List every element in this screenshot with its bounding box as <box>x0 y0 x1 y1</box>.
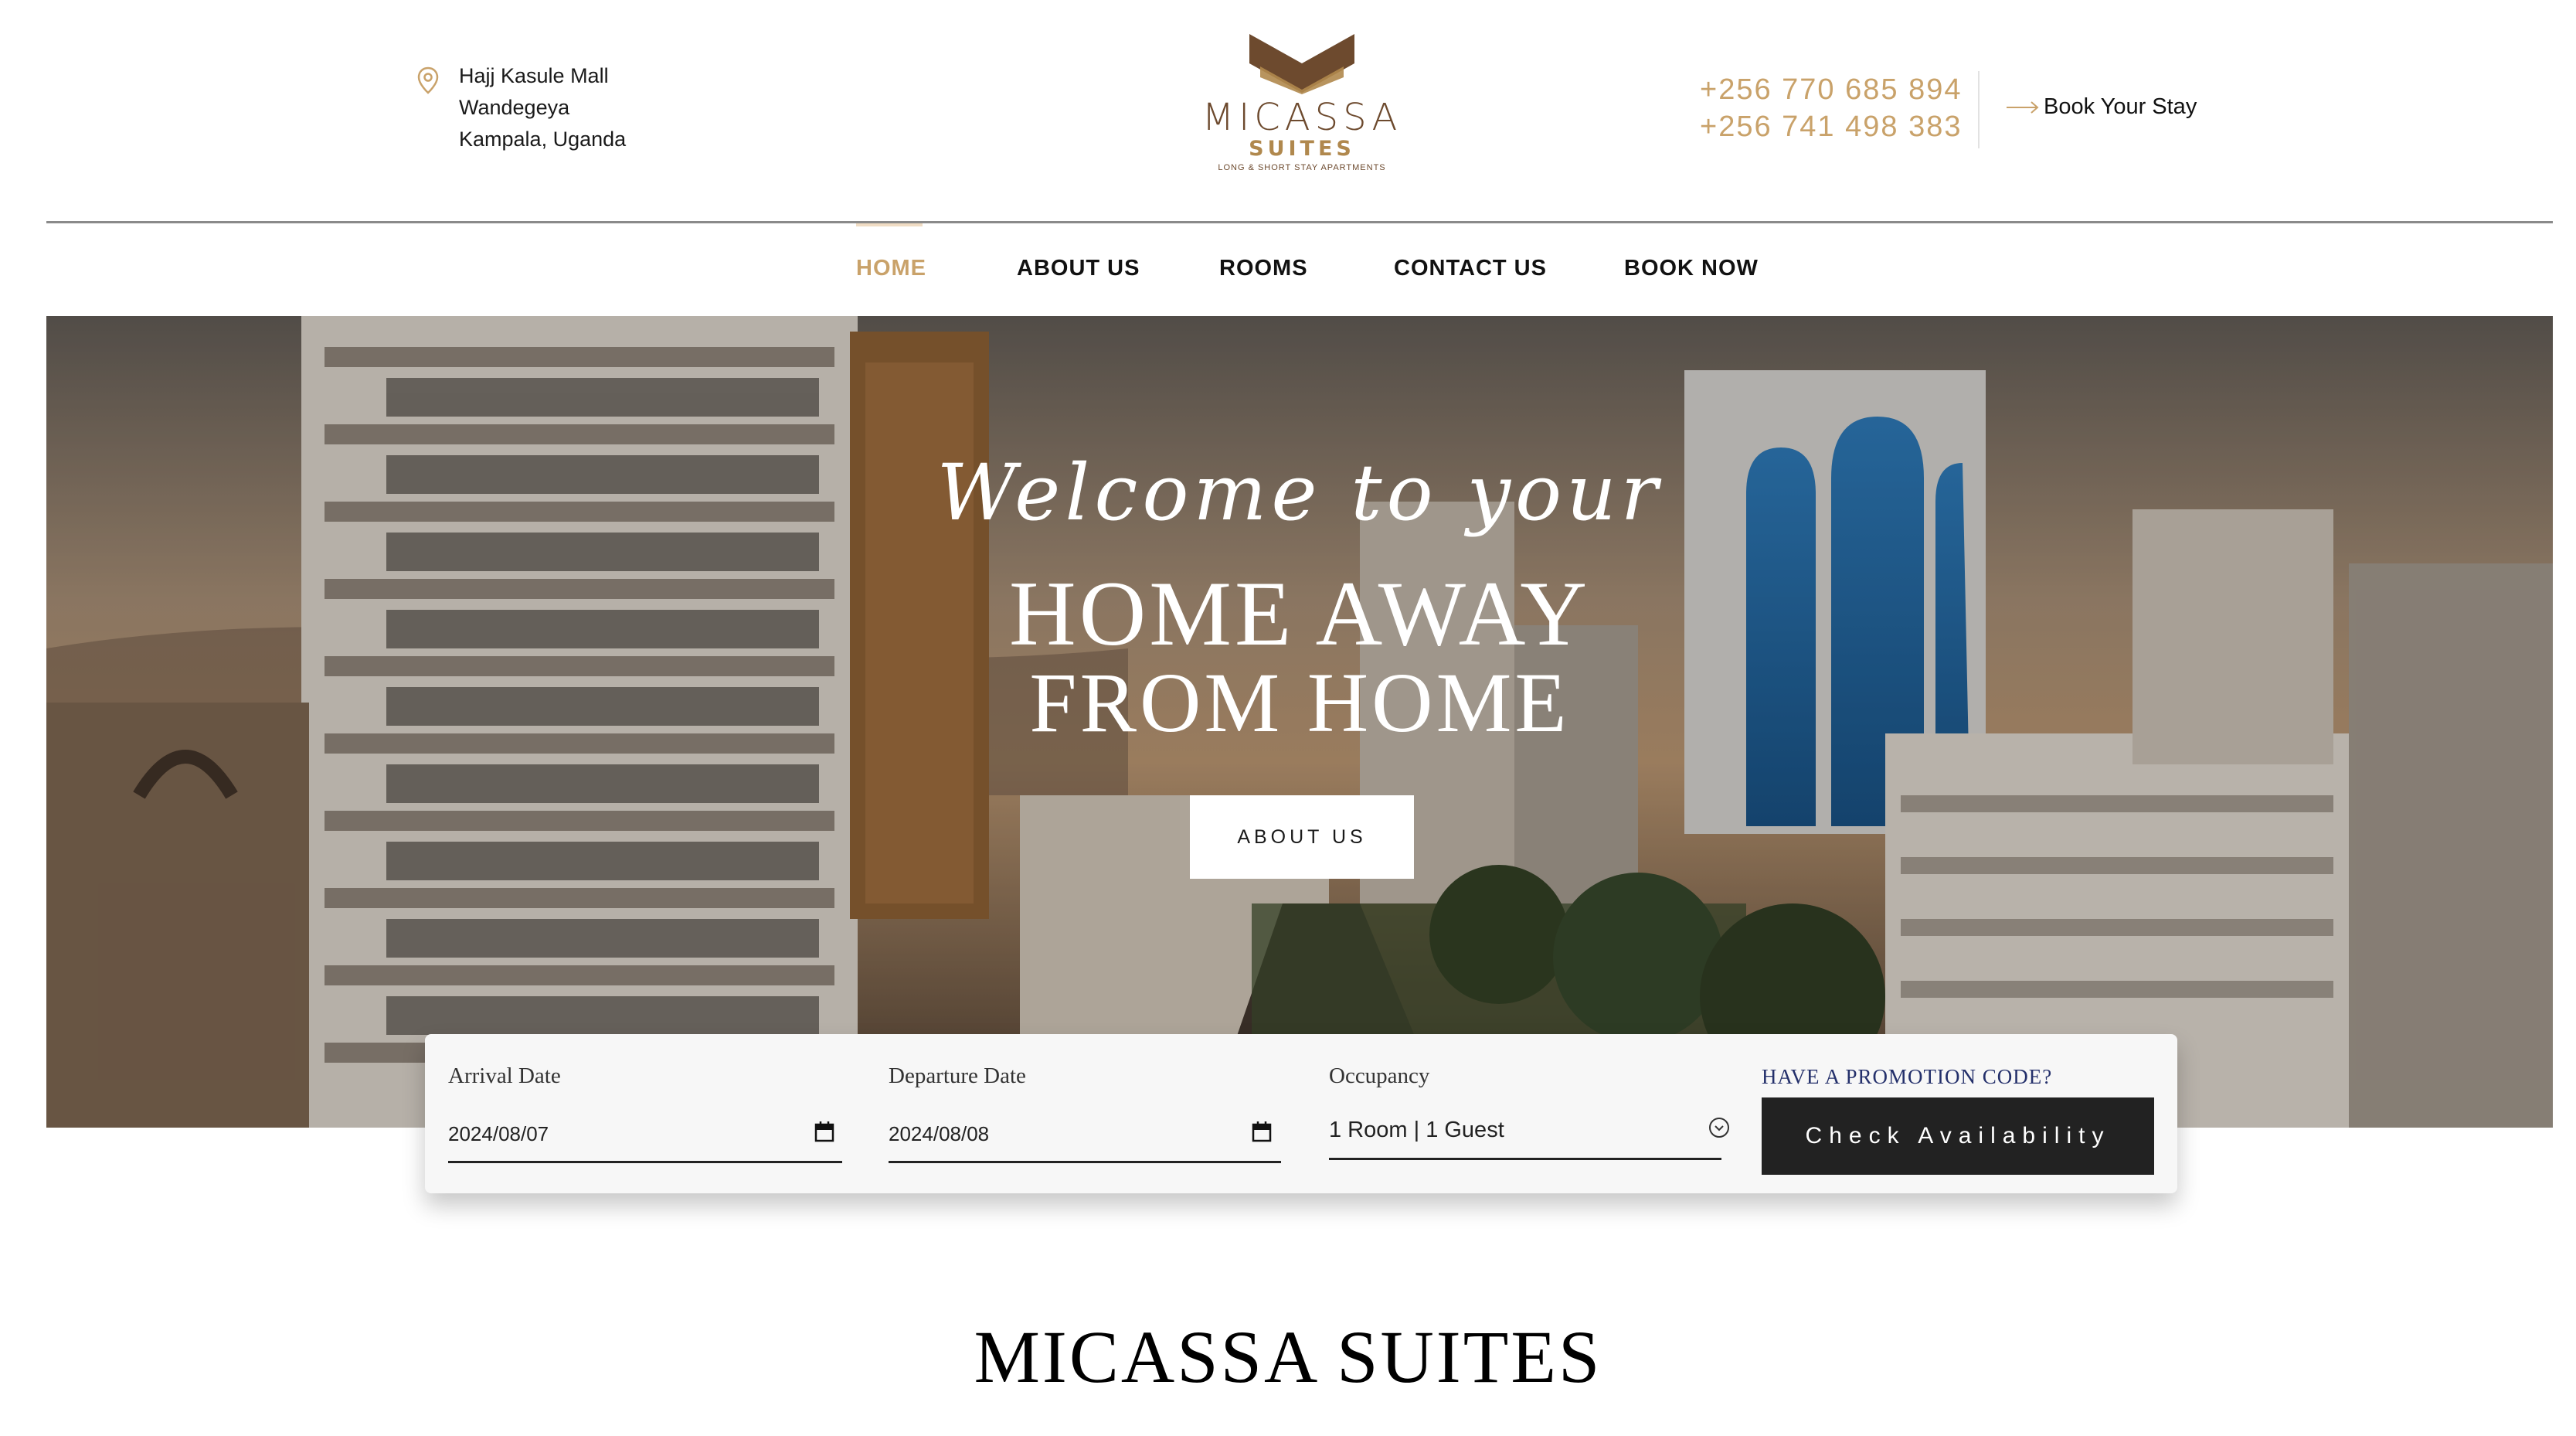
chevron-down-icon[interactable] <box>1708 1116 1731 1139</box>
calendar-icon[interactable] <box>1252 1121 1272 1142</box>
calendar-icon[interactable] <box>814 1121 834 1142</box>
nav-active-indicator <box>856 223 923 226</box>
phone-link-2[interactable]: +256 741 498 383 <box>1700 108 1962 145</box>
nav-item-about-us[interactable]: ABOUT US <box>1017 256 1140 281</box>
nav-item-home[interactable]: HOME <box>856 256 926 281</box>
arrow-right-icon <box>2007 100 2039 114</box>
address-line-1: Hajj Kasule Mall <box>459 64 609 87</box>
arrival-date-label: Arrival Date <box>448 1063 561 1088</box>
departure-date-underline <box>889 1161 1281 1163</box>
logo-name: MICASSA <box>1201 96 1402 139</box>
micassa-logo[interactable]: MICASSA SUITES LONG & SHORT STAY APARTME… <box>1186 32 1418 187</box>
hero-banner: Welcome to your HOME AWAY FROM HOME ABOU… <box>46 316 2553 1128</box>
promotion-code-link[interactable]: HAVE A PROMOTION CODE? <box>1762 1065 2052 1089</box>
occupancy-underline <box>1329 1158 1721 1160</box>
main-nav: HOME ABOUT US ROOMS CONTACT US BOOK NOW <box>0 223 2576 316</box>
occupancy-value[interactable]: 1 Room | 1 Guest <box>1329 1118 1504 1143</box>
departure-date-value[interactable]: 2024/08/08 <box>889 1122 989 1146</box>
phone-numbers: +256 770 685 894 +256 741 498 383 <box>1700 71 1962 145</box>
address-line-3: Kampala, Uganda <box>459 128 627 151</box>
location-pin-icon <box>417 66 439 94</box>
booking-bar: Arrival Date 2024/08/07 Departure Date 2… <box>425 1034 2177 1193</box>
hero-welcome-text: Welcome to your <box>936 447 1663 538</box>
about-us-button[interactable]: ABOUT US <box>1190 795 1414 879</box>
nav-item-contact-us[interactable]: CONTACT US <box>1394 256 1547 281</box>
check-availability-button[interactable]: Check Availability <box>1762 1097 2154 1175</box>
section-title: MICASSA SUITES <box>974 1315 1602 1398</box>
logo-tagline: LONG & SHORT STAY APARTMENTS <box>1218 163 1386 172</box>
nav-item-rooms[interactable]: ROOMS <box>1219 256 1308 281</box>
nav-item-book-now[interactable]: BOOK NOW <box>1624 256 1759 281</box>
address-block: Hajj Kasule Mall Wandegeya Kampala, Ugan… <box>417 60 626 155</box>
phone-link-1[interactable]: +256 770 685 894 <box>1700 71 1962 108</box>
address-line-2: Wandegeya <box>459 96 570 119</box>
book-your-stay-link[interactable]: Book Your Stay <box>2005 94 2197 120</box>
hero-title-line-1: HOME AWAY <box>1008 562 1590 665</box>
arrival-date-value[interactable]: 2024/08/07 <box>448 1122 549 1146</box>
occupancy-label: Occupancy <box>1329 1063 1430 1088</box>
departure-date-label: Departure Date <box>889 1063 1026 1088</box>
book-your-stay-label: Book Your Stay <box>2044 94 2197 119</box>
hero-title-line-2: FROM HOME <box>1029 655 1570 750</box>
header-divider <box>1978 71 1980 148</box>
logo-suites: SUITES <box>1249 137 1355 161</box>
logo-mark-icon <box>1249 34 1354 94</box>
arrival-date-underline <box>448 1161 842 1163</box>
